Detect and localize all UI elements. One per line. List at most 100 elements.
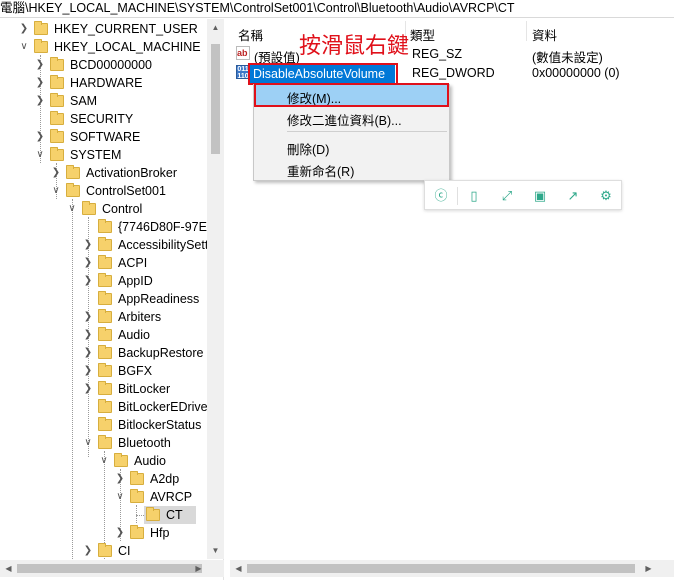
scroll-left-icon[interactable]: ◀ (230, 560, 247, 577)
chevron-right-icon[interactable]: ❯ (50, 164, 62, 182)
tree-item-bluetooth[interactable]: ∨ Bluetooth (0, 434, 207, 452)
tree-item-arbiters[interactable]: ❯ Arbiters (0, 308, 207, 326)
folder-icon (98, 363, 112, 377)
column-header-data[interactable]: 資料 (532, 25, 557, 44)
chevron-right-icon[interactable]: ❯ (34, 56, 46, 74)
chevron-right-icon[interactable]: ❯ (34, 128, 46, 146)
menu-item-modify-binary[interactable]: 修改二進位資料(B)... (287, 110, 402, 129)
tree-item-ci[interactable]: ❯ CI (0, 542, 207, 560)
phone-icon[interactable]: ▯ (465, 187, 483, 205)
chevron-down-icon[interactable]: ∨ (66, 200, 78, 218)
chevron-right-icon[interactable]: ❯ (82, 272, 94, 290)
chevron-right-icon[interactable]: ❯ (18, 20, 30, 38)
tree-item-avrcp[interactable]: ∨ AVRCP (0, 488, 207, 506)
tree-item-label: BCD00000000 (70, 58, 153, 72)
list-horizontal-scrollbar[interactable]: ◀ ▶ (230, 560, 674, 577)
address-bar[interactable]: 電腦\HKEY_LOCAL_MACHINE\SYSTEM\ControlSet0… (0, 0, 674, 18)
tree-item-bitlockeredrive[interactable]: BitLockerEDrive (0, 398, 208, 416)
chevron-down-icon[interactable]: ∨ (50, 182, 62, 200)
value-data: (數值未設定) (532, 51, 603, 65)
scroll-right-icon[interactable]: ▶ (640, 560, 657, 577)
folder-icon (82, 201, 96, 215)
folder-icon (98, 543, 112, 557)
chevron-down-icon[interactable]: ∨ (82, 434, 94, 452)
string-value-icon: ab (236, 46, 250, 60)
tree-item-bcd[interactable]: ❯ BCD00000000 (0, 56, 207, 74)
folder-icon (98, 417, 112, 431)
tree-item-system[interactable]: ∨ SYSTEM (0, 146, 207, 164)
chevron-right-icon[interactable]: ❯ (114, 524, 126, 542)
chevron-right-icon[interactable]: ❯ (82, 326, 94, 344)
registry-tree[interactable]: ❯ HKEY_CURRENT_USER ∨ HKEY_LOCAL_MACHINE… (0, 19, 224, 580)
tree-item-label: ControlSet001 (86, 184, 166, 198)
chevron-right-icon[interactable]: ❯ (82, 308, 94, 326)
chevron-right-icon[interactable]: ❯ (82, 380, 94, 398)
tree-item-hardware[interactable]: ❯ HARDWARE (0, 74, 207, 92)
tree-guide (136, 515, 144, 516)
tree-item-bitlockerstatus[interactable]: BitlockerStatus (0, 416, 207, 434)
scroll-left-icon[interactable]: ◀ (0, 560, 17, 577)
menu-item-rename[interactable]: 重新命名(R) (287, 161, 354, 180)
tree-item-accessibility[interactable]: ❯ AccessibilitySett (0, 236, 208, 254)
tree-item-ct[interactable]: CT (144, 506, 196, 524)
share-icon[interactable]: ↗ (564, 187, 582, 205)
chevron-right-icon[interactable]: ❯ (82, 344, 94, 362)
tree-item-label: HKEY_CURRENT_USER (54, 22, 198, 36)
menu-item-delete[interactable]: 刪除(D) (287, 139, 329, 158)
tree-item-software[interactable]: ❯ SOFTWARE (0, 128, 207, 146)
chevron-right-icon[interactable]: ❯ (34, 74, 46, 92)
chevron-down-icon[interactable]: ∨ (114, 488, 126, 506)
folder-icon (34, 39, 48, 53)
folder-icon (50, 129, 64, 143)
scrollbar-thumb[interactable] (17, 564, 202, 573)
tree-item-label: AppID (118, 274, 153, 288)
save-icon[interactable]: ▣ (531, 187, 549, 205)
column-header-name[interactable]: 名稱 (238, 25, 263, 44)
scroll-right-icon[interactable]: ▶ (190, 560, 207, 577)
chevron-down-icon[interactable]: ∨ (18, 38, 30, 56)
tree-item-bgfx[interactable]: ❯ BGFX (0, 362, 207, 380)
tree-item-label: Audio (134, 454, 166, 468)
tree-item-hkey-current-user[interactable]: ❯ HKEY_CURRENT_USER (0, 20, 207, 38)
tree-item-hfp[interactable]: ❯ Hfp (0, 524, 207, 542)
chevron-right-icon[interactable]: ❯ (82, 254, 94, 272)
tree-item-activationbroker[interactable]: ❯ ActivationBroker (0, 164, 207, 182)
tree-item-acpi[interactable]: ❯ ACPI (0, 254, 207, 272)
chevron-down-icon[interactable]: ∨ (98, 452, 110, 470)
tree-item-controlset001[interactable]: ∨ ControlSet001 (0, 182, 207, 200)
tree-item-sam[interactable]: ❯ SAM (0, 92, 207, 110)
tree-item-appid[interactable]: ❯ AppID (0, 272, 207, 290)
chevron-right-icon[interactable]: ❯ (82, 362, 94, 380)
tree-item-security[interactable]: SECURITY (0, 110, 207, 128)
tree-item-bluetooth-audio[interactable]: ∨ Audio (0, 452, 207, 470)
folder-icon (98, 345, 112, 359)
chevron-right-icon[interactable]: ❯ (34, 92, 46, 110)
expand-icon[interactable]: ⤢ (498, 187, 516, 205)
chevron-right-icon[interactable]: ❯ (114, 470, 126, 488)
tree-item-appreadiness[interactable]: AppReadiness (0, 290, 207, 308)
tree-item-label: ACPI (118, 256, 148, 270)
tree-item-audio[interactable]: ❯ Audio (0, 326, 207, 344)
tree-guide (136, 505, 137, 523)
chevron-right-icon[interactable]: ❯ (82, 236, 94, 254)
tree-item-bitlocker[interactable]: ❯ BitLocker (0, 380, 207, 398)
tree-item-hkey-local-machine[interactable]: ∨ HKEY_LOCAL_MACHINE (0, 38, 207, 56)
scrollbar-thumb[interactable] (211, 44, 220, 154)
settings-icon[interactable]: ⚙ (597, 187, 615, 205)
scroll-down-icon[interactable]: ▼ (207, 542, 224, 559)
tree-item-control[interactable]: ∨ Control (0, 200, 207, 218)
floating-toolbar: ⓒ ▯ ⤢ ▣ ↗ ⚙ (424, 180, 622, 210)
column-divider[interactable] (526, 21, 527, 41)
tree-item-a2dp[interactable]: ❯ A2dp (0, 470, 207, 488)
scrollbar-thumb[interactable] (247, 564, 635, 573)
chevron-down-icon[interactable]: ∨ (34, 146, 46, 164)
tree-item-guid[interactable]: {7746D80F-97E0 (0, 218, 214, 236)
tree-horizontal-scrollbar[interactable]: ◀ ▶ (0, 560, 224, 577)
tree-item-backuprestore[interactable]: ❯ BackupRestore (0, 344, 207, 362)
scroll-up-icon[interactable]: ▲ (207, 19, 224, 36)
folder-icon (130, 489, 144, 503)
ocr-icon[interactable]: ⓒ (432, 187, 450, 205)
column-header-type[interactable]: 類型 (410, 25, 435, 44)
tree-vertical-scrollbar[interactable]: ▲ ▼ (207, 19, 224, 559)
chevron-right-icon[interactable]: ❯ (82, 542, 94, 560)
